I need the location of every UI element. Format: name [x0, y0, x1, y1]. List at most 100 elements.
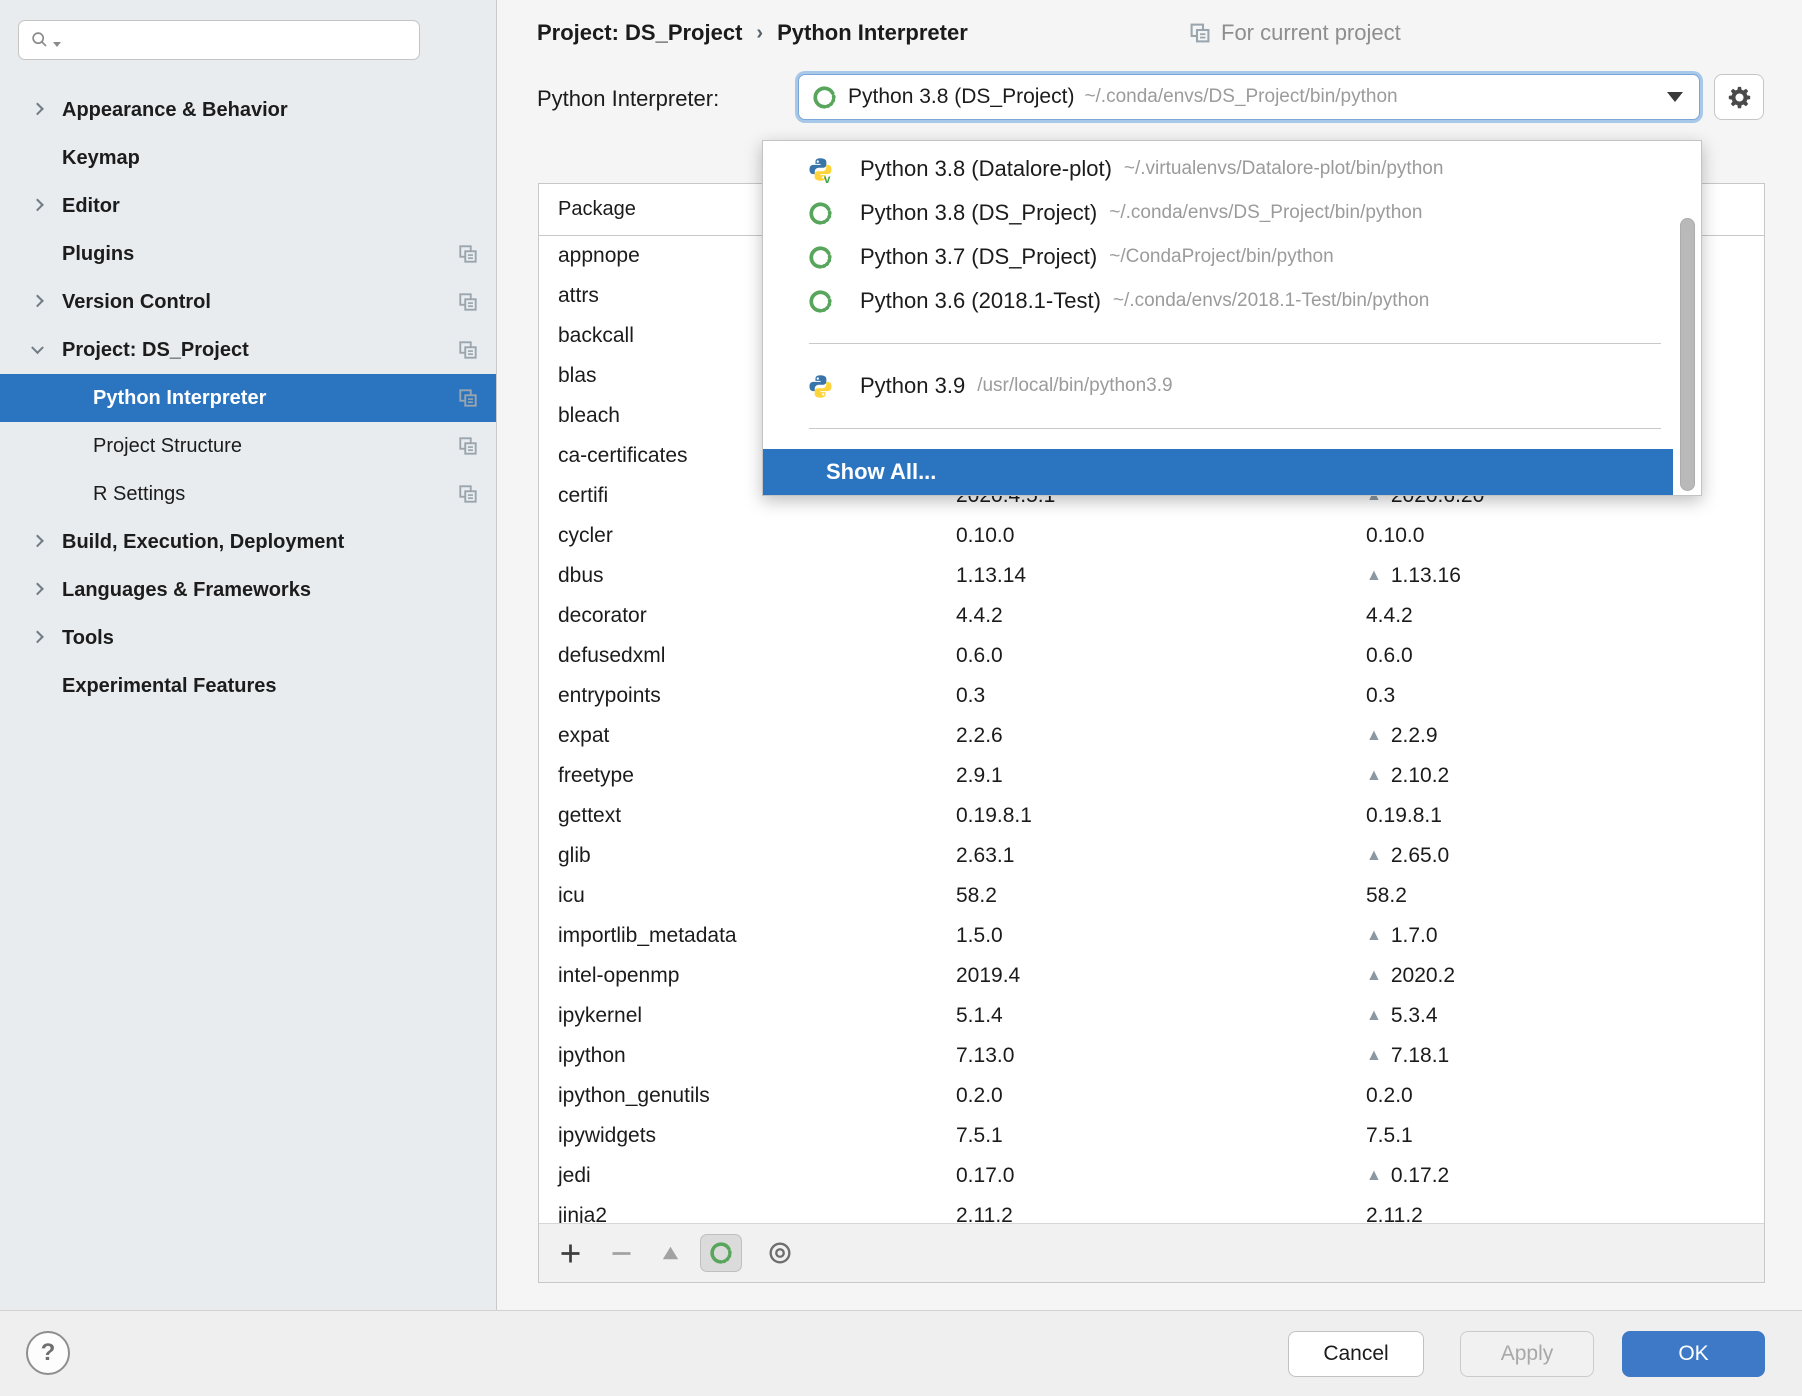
sidebar-item-appearance-behavior[interactable]: Appearance & Behavior [0, 86, 496, 134]
interpreter-option-python-3-6-2018-1-test[interactable]: Python 3.6 (2018.1-Test)~/.conda/envs/20… [763, 279, 1701, 323]
sidebar-item-project-ds-project[interactable]: Project: DS_Project [0, 326, 496, 374]
package-name: cycler [539, 524, 956, 548]
interpreter-options: v Python 3.8 (Datalore-plot) ~/.virtualenv… [763, 147, 1701, 323]
settings-search-box[interactable] [18, 20, 420, 60]
ok-button[interactable]: OK [1622, 1331, 1765, 1377]
use-conda-package-manager-toggle[interactable] [700, 1234, 742, 1272]
show-all-item[interactable]: Show All... [763, 449, 1673, 495]
package-row-dbus[interactable]: dbus1.13.14▲1.13.16 [539, 556, 1764, 596]
upgrade-package-button[interactable] [659, 1242, 682, 1265]
upgrade-arrow-icon: ▲ [1366, 728, 1382, 744]
column-header-package: Package [558, 198, 636, 221]
interpreter-option-python-3-8-datalore-plot[interactable]: v Python 3.8 (Datalore-plot) ~/.virtualenv… [763, 147, 1701, 191]
interpreter-option-python-3-9[interactable]: Python 3.9/usr/local/bin/python3.9 [763, 364, 1701, 408]
chevron-right-icon[interactable] [31, 103, 44, 116]
install-package-button[interactable] [557, 1240, 584, 1267]
shared-settings-icon [457, 291, 479, 313]
package-version: 7.13.0 [956, 1044, 1366, 1068]
package-row-ipython-genutils[interactable]: ipython_genutils0.2.00.2.0 [539, 1076, 1764, 1116]
interpreter-combobox[interactable]: Python 3.8 (DS_Project) ~/.conda/envs/DS… [798, 74, 1700, 120]
uninstall-package-button[interactable] [608, 1240, 635, 1267]
sidebar-item-editor[interactable]: Editor [0, 182, 496, 230]
interpreter-option-name: Python 3.8 (Datalore-plot) [860, 156, 1112, 182]
sidebar-item-r-settings[interactable]: R Settings [0, 470, 496, 518]
package-latest-value: 2.11.2 [1366, 1204, 1423, 1223]
help-button[interactable]: ? [26, 1331, 70, 1375]
package-row-entrypoints[interactable]: entrypoints0.30.3 [539, 676, 1764, 716]
sidebar-item-build-execution-deployment[interactable]: Build, Execution, Deployment [0, 518, 496, 566]
package-row-gettext[interactable]: gettext0.19.8.10.19.8.1 [539, 796, 1764, 836]
conda-icon [708, 1240, 734, 1266]
package-row-jinja2[interactable]: jinja22.11.22.11.2 [539, 1196, 1764, 1223]
interpreter-settings-button[interactable] [1714, 74, 1764, 120]
package-version: 0.3 [956, 684, 1366, 708]
package-latest: ▲1.7.0 [1366, 924, 1764, 948]
package-row-intel-openmp[interactable]: intel-openmp2019.4▲2020.2 [539, 956, 1764, 996]
conda-icon [807, 200, 834, 227]
sidebar-item-version-control[interactable]: Version Control [0, 278, 496, 326]
package-version: 4.4.2 [956, 604, 1366, 628]
scope-label: For current project [1221, 20, 1401, 46]
sidebar-item-languages-frameworks[interactable]: Languages & Frameworks [0, 566, 496, 614]
dialog-footer: ? Cancel Apply OK [0, 1310, 1802, 1396]
package-row-defusedxml[interactable]: defusedxml0.6.00.6.0 [539, 636, 1764, 676]
package-row-expat[interactable]: expat2.2.6▲2.2.9 [539, 716, 1764, 756]
interpreter-option-python-3-7-ds-project[interactable]: Python 3.7 (DS_Project)~/CondaProject/bi… [763, 235, 1701, 279]
chevron-right-icon[interactable] [31, 631, 44, 644]
interpreter-option-path: ~/.virtualenvs/Datalore-plot/bin/python [1124, 158, 1443, 180]
chevron-right-icon[interactable] [31, 535, 44, 548]
package-latest-value: 2.2.9 [1391, 724, 1438, 748]
popup-scrollbar-thumb[interactable] [1680, 218, 1695, 491]
chevron-right-icon[interactable] [31, 199, 44, 212]
package-row-icu[interactable]: icu58.258.2 [539, 876, 1764, 916]
package-name: intel-openmp [539, 964, 956, 988]
package-latest-value: 7.5.1 [1366, 1124, 1413, 1148]
package-row-ipykernel[interactable]: ipykernel5.1.4▲5.3.4 [539, 996, 1764, 1036]
package-name: jinja2 [539, 1204, 956, 1223]
package-row-decorator[interactable]: decorator4.4.24.4.2 [539, 596, 1764, 636]
chevron-right-icon[interactable] [31, 295, 44, 308]
search-input[interactable] [63, 29, 409, 52]
package-row-jedi[interactable]: jedi0.17.0▲0.17.2 [539, 1156, 1764, 1196]
sidebar-item-plugins[interactable]: Plugins [0, 230, 496, 278]
package-row-importlib-metadata[interactable]: importlib_metadata1.5.0▲1.7.0 [539, 916, 1764, 956]
package-latest: 7.5.1 [1366, 1124, 1764, 1148]
sidebar-item-label: Build, Execution, Deployment [62, 531, 344, 554]
apply-button[interactable]: Apply [1460, 1331, 1594, 1377]
package-name: expat [539, 724, 956, 748]
cancel-button[interactable]: Cancel [1288, 1331, 1424, 1377]
sidebar-item-experimental-features[interactable]: Experimental Features [0, 662, 496, 710]
show-early-releases-button[interactable] [766, 1239, 794, 1267]
package-row-ipython[interactable]: ipython7.13.0▲7.18.1 [539, 1036, 1764, 1076]
package-latest: 58.2 [1366, 884, 1764, 908]
breadcrumb-separator: › [756, 22, 763, 45]
package-latest: 4.4.2 [1366, 604, 1764, 628]
package-latest-value: 1.7.0 [1391, 924, 1438, 948]
sidebar-item-keymap[interactable]: Keymap [0, 134, 496, 182]
breadcrumb-project: Project: DS_Project [537, 20, 742, 46]
sidebar-item-tools[interactable]: Tools [0, 614, 496, 662]
package-name: ipython_genutils [539, 1084, 956, 1108]
upgrade-arrow-icon: ▲ [1366, 1168, 1382, 1184]
sidebar-item-python-interpreter[interactable]: Python Interpreter [0, 374, 496, 422]
package-row-glib[interactable]: glib2.63.1▲2.65.0 [539, 836, 1764, 876]
sidebar-item-project-structure[interactable]: Project Structure [0, 422, 496, 470]
interpreter-label: Python Interpreter: [537, 86, 719, 112]
interpreter-value-name: Python 3.8 (DS_Project) [848, 85, 1074, 109]
gear-icon [1726, 84, 1753, 111]
sidebar-item-label: Experimental Features [62, 675, 277, 698]
package-latest-value: 2.65.0 [1391, 844, 1449, 868]
chevron-right-icon[interactable] [31, 583, 44, 596]
pyvenv-icon: v [807, 156, 834, 183]
package-version: 0.19.8.1 [956, 804, 1366, 828]
package-name: jedi [539, 1164, 956, 1188]
package-row-ipywidgets[interactable]: ipywidgets7.5.17.5.1 [539, 1116, 1764, 1156]
package-row-cycler[interactable]: cycler0.10.00.10.0 [539, 516, 1764, 556]
package-latest-value: 7.18.1 [1391, 1044, 1449, 1068]
shared-settings-icon [457, 339, 479, 361]
package-row-freetype[interactable]: freetype2.9.1▲2.10.2 [539, 756, 1764, 796]
interpreter-option-python-3-8-ds-project[interactable]: Python 3.8 (DS_Project)~/.conda/envs/DS_… [763, 191, 1701, 235]
package-latest: ▲ 2.2.9 [1366, 724, 1764, 748]
shared-settings-icon [457, 243, 479, 265]
chevron-down-icon[interactable] [31, 341, 44, 354]
